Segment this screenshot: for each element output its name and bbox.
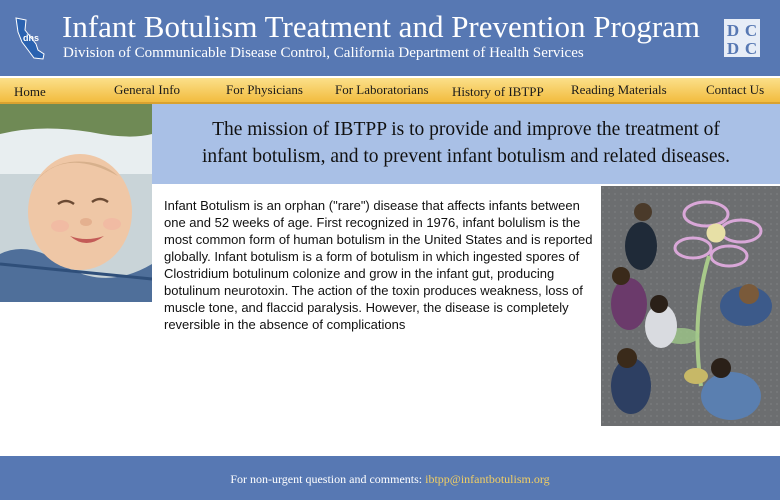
svg-text:C: C	[745, 21, 757, 40]
baby-photo	[0, 104, 152, 302]
svg-text:dhs: dhs	[23, 33, 39, 43]
site-header: dhs Infant Botulism Treatment and Preven…	[0, 0, 780, 76]
svg-text:D: D	[727, 39, 739, 57]
chalk-drawing-photo	[601, 186, 780, 426]
california-dhs-logo-icon[interactable]: dhs	[12, 16, 50, 60]
footer-email-link[interactable]: ibtpp@infantbotulism.org	[425, 472, 550, 486]
mission-line-1: The mission of IBTPP is to provide and i…	[212, 119, 720, 140]
site-title: Infant Botulism Treatment and Prevention…	[62, 9, 701, 44]
site-subtitle: Division of Communicable Disease Control…	[63, 45, 584, 61]
main-nav: Home General Info For Physicians For Lab…	[0, 76, 780, 104]
mission-line-2: infant botulism, and to prevent infant b…	[201, 146, 730, 167]
nav-history-of-ibtpp[interactable]: History of IBTPP	[452, 84, 544, 100]
site-footer: For non-urgent question and comments: ib…	[0, 456, 780, 500]
footer-contact: For non-urgent question and comments: ib…	[0, 472, 780, 487]
nav-general-info[interactable]: General Info	[114, 82, 180, 98]
svg-text:D: D	[727, 21, 739, 40]
nav-reading-materials[interactable]: Reading Materials	[571, 82, 667, 98]
footer-prefix: For non-urgent question and comments:	[230, 472, 423, 486]
intro-paragraph: Infant Botulism is an orphan ("rare") di…	[164, 198, 593, 332]
nav-for-laboratorians[interactable]: For Laboratorians	[335, 82, 429, 98]
mission-statement: The mission of IBTPP is to provide and i…	[152, 116, 780, 170]
nav-for-physicians[interactable]: For Physicians	[226, 82, 303, 98]
nav-home[interactable]: Home	[14, 84, 46, 100]
svg-text:C: C	[745, 39, 757, 57]
dcdc-logo-icon[interactable]: D C D C	[724, 19, 760, 57]
nav-contact-us[interactable]: Contact Us	[706, 82, 764, 98]
mission-banner: The mission of IBTPP is to provide and i…	[152, 104, 780, 184]
